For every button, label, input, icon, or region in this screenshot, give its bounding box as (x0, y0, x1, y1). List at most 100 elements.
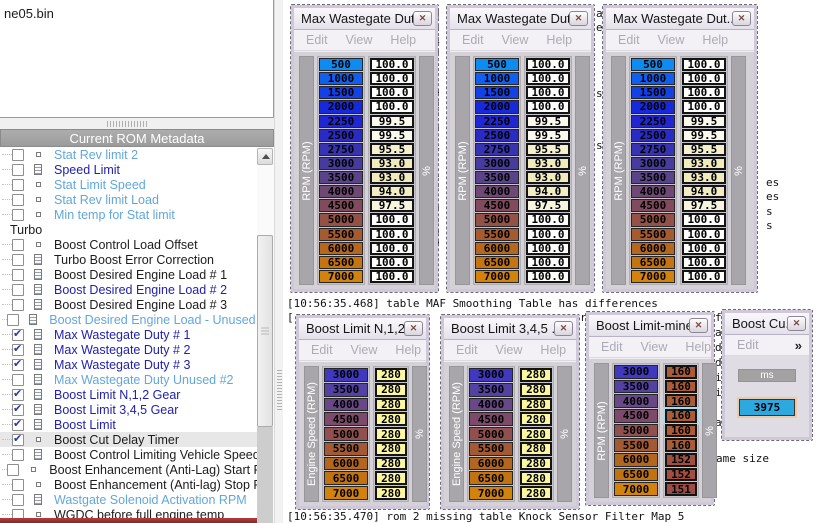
tree-scrollbar[interactable] (257, 147, 274, 523)
rom-file-panel[interactable]: ne05.bin (0, 0, 274, 118)
axis-cell[interactable]: 2250 (631, 115, 675, 128)
axis-cell[interactable]: 5500 (319, 228, 363, 241)
menu-overflow-chevron[interactable]: » (795, 338, 802, 353)
checkbox[interactable] (12, 239, 24, 251)
table-cell[interactable]: 100.0 (370, 100, 414, 113)
axis-cell[interactable]: 2250 (475, 115, 519, 128)
axis-cell[interactable]: 7000 (324, 486, 368, 500)
menu-item-view[interactable]: View (346, 33, 373, 47)
table-cell[interactable]: 280 (520, 442, 552, 456)
axis-cell[interactable]: 500 (319, 58, 363, 71)
table-cell[interactable]: 93.0 (370, 157, 414, 170)
title-bar[interactable]: Max Wastegate Dut...✕ (606, 8, 754, 30)
axis-cell[interactable]: 3000 (631, 157, 675, 170)
scrollbar-thumb[interactable] (257, 235, 273, 427)
axis-cell[interactable]: 6000 (475, 242, 519, 255)
checkbox[interactable] (12, 494, 24, 506)
menu-item-help[interactable]: Help (390, 33, 416, 47)
tree-item[interactable]: Boost Desired Engine Load - Unused #2 (0, 312, 273, 327)
axis-cell[interactable]: 3500 (475, 171, 519, 184)
menu-item-edit[interactable]: Edit (737, 338, 759, 352)
table-cell[interactable]: 94.0 (370, 185, 414, 198)
axis-cell[interactable]: 3000 (469, 368, 513, 382)
checkbox[interactable] (7, 464, 19, 476)
menu-item-edit[interactable]: Edit (306, 33, 328, 47)
close-button[interactable]: ✕ (787, 316, 806, 331)
checkbox[interactable] (12, 209, 24, 221)
axis-cell[interactable]: 3000 (475, 157, 519, 170)
table-cell[interactable]: 100.0 (526, 58, 570, 71)
axis-cell[interactable]: 3500 (324, 383, 368, 397)
table-cell[interactable]: 100.0 (682, 256, 726, 269)
table-cell[interactable]: 97.5 (370, 199, 414, 212)
title-bar[interactable]: Boost Limit N,1,2 ...✕ (299, 318, 426, 340)
axis-cell[interactable]: 4000 (469, 398, 513, 412)
table-cell[interactable]: 100.0 (526, 72, 570, 85)
table-cell[interactable]: 280 (520, 412, 552, 426)
tree-item[interactable]: ✔Boost Limit (0, 417, 273, 432)
table-cell[interactable]: 280 (375, 471, 407, 485)
table-cell[interactable]: 95.5 (370, 143, 414, 156)
menu-item-help[interactable]: Help (395, 343, 421, 357)
axis-cell[interactable]: 1500 (475, 86, 519, 99)
table-cell[interactable]: 93.0 (370, 171, 414, 184)
axis-cell[interactable]: 4500 (319, 199, 363, 212)
axis-cell[interactable]: 3000 (319, 157, 363, 170)
table-cell[interactable]: 280 (520, 457, 552, 471)
axis-cell[interactable]: 2750 (475, 143, 519, 156)
title-bar[interactable]: Max Wastegate Dut...✕ (294, 8, 435, 30)
axis-cell[interactable]: 2500 (631, 129, 675, 142)
checkbox[interactable] (12, 299, 24, 311)
axis-cell[interactable]: 4000 (324, 398, 368, 412)
table-cell[interactable]: 100.0 (370, 242, 414, 255)
table-cell[interactable]: 100.0 (526, 100, 570, 113)
table-cell[interactable]: 95.5 (682, 143, 726, 156)
axis-cell[interactable]: 3500 (469, 383, 513, 397)
table-cell[interactable]: 100.0 (370, 58, 414, 71)
horizontal-splitter[interactable] (0, 119, 274, 129)
vertical-splitter[interactable] (274, 0, 283, 523)
tree-item[interactable]: Boost Desired Engine Load # 3 (0, 297, 273, 312)
axis-cell[interactable]: 6000 (324, 457, 368, 471)
table-cell[interactable]: 100.0 (682, 72, 726, 85)
axis-cell[interactable]: 1500 (319, 86, 363, 99)
table-cell[interactable]: 93.0 (682, 171, 726, 184)
tree-item[interactable]: Min temp for Stat limit (0, 207, 273, 222)
tree-item[interactable]: Boost Enhancement (Anti-Lag) Start R... (0, 462, 273, 477)
axis-cell[interactable]: 1000 (631, 72, 675, 85)
tree-item[interactable]: Turbo Boost Error Correction (0, 252, 273, 267)
table-cell[interactable]: 152 (665, 453, 697, 467)
menu-item-view[interactable]: View (351, 343, 378, 357)
table-cell[interactable]: 100.0 (682, 100, 726, 113)
axis-cell[interactable]: 1000 (475, 72, 519, 85)
table-cell[interactable]: 99.5 (526, 115, 570, 128)
table-cell[interactable]: 100.0 (682, 270, 726, 283)
axis-cell[interactable]: 500 (631, 58, 675, 71)
table-cell[interactable]: 280 (520, 368, 552, 382)
axis-cell[interactable]: 500 (475, 58, 519, 71)
table-cell[interactable]: 100.0 (682, 58, 726, 71)
tree-item[interactable]: ✔Max Wastegate Duty # 1 (0, 327, 273, 342)
axis-cell[interactable]: 6500 (324, 471, 368, 485)
axis-cell[interactable]: 6500 (469, 471, 513, 485)
tree-item[interactable]: Stat Rev limit 2 (0, 147, 273, 162)
table-cell[interactable]: 160 (665, 409, 697, 423)
axis-cell[interactable]: 3500 (631, 171, 675, 184)
checkbox[interactable] (12, 194, 24, 206)
checkbox[interactable]: ✔ (12, 434, 24, 446)
axis-cell[interactable]: 2500 (319, 129, 363, 142)
checkbox[interactable] (12, 284, 24, 296)
menu-item-help[interactable]: Help (540, 343, 566, 357)
close-button[interactable]: ✕ (413, 11, 432, 26)
table-cell[interactable]: 99.5 (682, 129, 726, 142)
table-cell[interactable]: 100.0 (526, 86, 570, 99)
checkbox[interactable] (12, 374, 24, 386)
menu-item-help[interactable]: Help (702, 33, 728, 47)
checkbox[interactable]: ✔ (12, 359, 24, 371)
axis-cell[interactable]: 1500 (631, 86, 675, 99)
axis-cell[interactable]: 2500 (475, 129, 519, 142)
axis-cell[interactable]: 4000 (631, 185, 675, 198)
menu-item-view[interactable]: View (658, 33, 685, 47)
menu-item-edit[interactable]: Edit (456, 343, 478, 357)
table-cell[interactable]: 3975 (739, 399, 795, 416)
